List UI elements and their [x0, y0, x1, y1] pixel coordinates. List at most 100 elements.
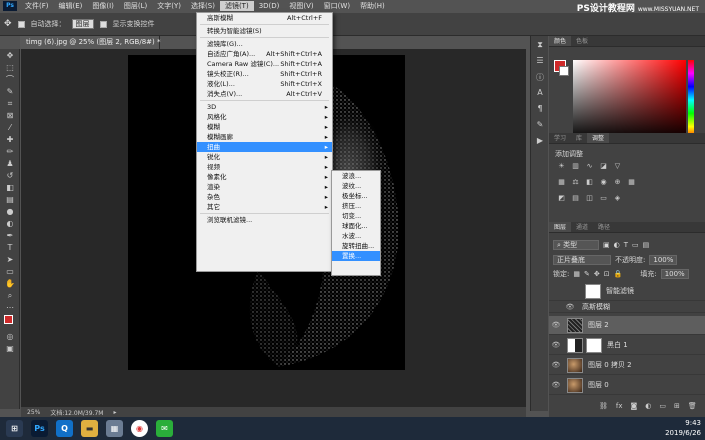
hue-saturation-icon[interactable]: ▦ [557, 178, 566, 186]
eraser-tool-icon[interactable]: ◧ [3, 182, 17, 193]
channel-mixer-icon[interactable]: ⊕ [613, 178, 622, 186]
brush-panel-icon[interactable]: ✎ [534, 120, 546, 132]
menu-view[interactable]: 视图(V) [284, 1, 318, 11]
tab-swatches[interactable]: 色板 [571, 36, 593, 46]
menu-item-video[interactable]: 视频 ▸ [197, 162, 332, 172]
submenu-item-zigzag[interactable]: 水波... [332, 231, 380, 241]
new-group-icon[interactable]: ▭ [659, 402, 666, 410]
lock-all-icon[interactable]: 🔒 [614, 270, 623, 278]
tab-adjustments[interactable]: 调整 [587, 133, 610, 143]
filter-adjust-icon[interactable]: ◐ [614, 241, 620, 249]
layer-style-icon[interactable]: fx [616, 402, 623, 410]
tab-learn[interactable]: 学习 [549, 133, 571, 143]
selective-color-icon[interactable]: ◈ [613, 194, 622, 202]
shape-tool-icon[interactable]: ▭ [3, 266, 17, 277]
menu-item-filter-gallery[interactable]: 滤镜库(G)... [197, 39, 332, 49]
menu-item-vanishing-point[interactable]: 消失点(V)... Alt+Ctrl+V [197, 89, 332, 99]
tab-libraries[interactable]: 库 [571, 133, 587, 143]
layer-row-black-white[interactable]: 👁 黑白 1 [549, 336, 705, 355]
menu-item-3d[interactable]: 3D ▸ [197, 102, 332, 112]
info-panel-icon[interactable]: ⓘ [534, 72, 546, 84]
screen-mode-icon[interactable]: ▣ [3, 343, 17, 354]
tab-color[interactable]: 颜色 [549, 36, 572, 46]
menu-item-stylize[interactable]: 风格化 ▸ [197, 112, 332, 122]
menu-item-convert-smart-filter[interactable]: 转换为智能滤镜(S) [197, 26, 332, 36]
background-color-swatch[interactable] [559, 66, 569, 76]
menu-image[interactable]: 图像(I) [87, 1, 119, 11]
start-icon[interactable]: ⊞ [6, 420, 23, 437]
lock-move-icon[interactable]: ✥ [594, 270, 600, 278]
menu-item-other[interactable]: 其它 ▸ [197, 202, 332, 212]
file-explorer-icon[interactable]: ▬ [81, 420, 98, 437]
menu-item-pixelate[interactable]: 像素化 ▸ [197, 172, 332, 182]
new-layer-icon[interactable]: ⊞ [674, 402, 680, 410]
clock-time[interactable]: 9:43 [665, 418, 701, 428]
lock-pixels-icon[interactable]: ▦ [573, 270, 580, 278]
healing-brush-tool-icon[interactable]: ✚ [3, 134, 17, 145]
quick-select-tool-icon[interactable]: ✎ [3, 86, 17, 97]
menu-item-camera-raw[interactable]: Camera Raw 滤镜(C)... Shift+Ctrl+A [197, 59, 332, 69]
filter-smart-icon[interactable]: ▤ [643, 241, 650, 249]
exposure-icon[interactable]: ◪ [599, 162, 608, 170]
curves-icon[interactable]: ∿ [585, 162, 594, 170]
menu-item-noise[interactable]: 杂色 ▸ [197, 192, 332, 202]
crop-tool-icon[interactable]: ⌗ [3, 98, 17, 109]
menu-type[interactable]: 文字(Y) [152, 1, 186, 11]
menu-select[interactable]: 选择(S) [186, 1, 220, 11]
menu-item-sharpen[interactable]: 锐化 ▸ [197, 152, 332, 162]
blur-tool-icon[interactable]: ● [3, 206, 17, 217]
menu-item-browse-online[interactable]: 浏览联机滤镜... [197, 215, 332, 225]
properties-panel-icon[interactable]: ☰ [534, 56, 546, 68]
character-panel-icon[interactable]: A [534, 88, 546, 100]
vibrance-icon[interactable]: ▽ [613, 162, 622, 170]
delete-layer-icon[interactable]: 🗑 [688, 402, 697, 410]
menu-item-liquify[interactable]: 液化(L)... Shift+Ctrl+X [197, 79, 332, 89]
layer-row-layer-2[interactable]: 👁 图层 2 [549, 316, 705, 335]
type-tool-icon[interactable]: T [3, 242, 17, 253]
submenu-item-wave[interactable]: 波浪... [332, 171, 380, 181]
clock-date[interactable]: 2019/6/26 [665, 428, 701, 438]
clone-stamp-tool-icon[interactable]: ♟ [3, 158, 17, 169]
marquee-tool-icon[interactable]: ⬚ [3, 62, 17, 73]
tab-channels[interactable]: 通道 [571, 222, 593, 232]
submenu-item-polar-coordinates[interactable]: 极坐标... [332, 191, 380, 201]
brush-tool-icon[interactable]: ✏ [3, 146, 17, 157]
layer-row-layer-0-copy-2[interactable]: 👁 图层 0 拷贝 2 [549, 356, 705, 375]
show-transform-checkbox[interactable] [99, 20, 107, 28]
frame-tool-icon[interactable]: ⊠ [3, 110, 17, 121]
pen-tool-icon[interactable]: ✒ [3, 230, 17, 241]
fill-input[interactable]: 100% [660, 269, 689, 279]
new-adjustment-icon[interactable]: ◐ [645, 402, 651, 410]
lock-paint-icon[interactable]: ✎ [584, 270, 590, 278]
menu-window[interactable]: 窗口(W) [319, 1, 355, 11]
document-tab[interactable]: timg (6).jpg @ 25% (图层 2, RGB/8#) * [20, 36, 160, 49]
more-tools-icon[interactable]: ⋯ [3, 302, 17, 313]
zoom-tool-icon[interactable]: ⌕ [3, 290, 17, 301]
levels-icon[interactable]: ▥ [571, 162, 580, 170]
filter-shape-icon[interactable]: ▭ [632, 241, 639, 249]
opacity-input[interactable]: 100% [649, 255, 678, 265]
submenu-item-spherize[interactable]: 球面化... [332, 221, 380, 231]
tab-paths[interactable]: 路径 [593, 222, 615, 232]
status-arrow-icon[interactable]: ▸ [113, 409, 116, 416]
menu-edit[interactable]: 编辑(E) [54, 1, 88, 11]
hand-tool-icon[interactable]: ✋ [3, 278, 17, 289]
menu-item-lens-correction[interactable]: 镜头校正(R)... Shift+Ctrl+R [197, 69, 332, 79]
menu-item-distort[interactable]: 扭曲 ▸ [197, 142, 332, 152]
invert-icon[interactable]: ◩ [557, 194, 566, 202]
menu-3d[interactable]: 3D(D) [254, 2, 285, 10]
zoom-level[interactable]: 25% [27, 409, 40, 416]
submenu-item-pinch[interactable]: 挤压... [332, 201, 380, 211]
submenu-item-ripple[interactable]: 波纹... [332, 181, 380, 191]
quick-mask-icon[interactable]: ◎ [3, 331, 17, 342]
photo-filter-icon[interactable]: ◉ [599, 178, 608, 186]
gradient-map-icon[interactable]: ▭ [599, 194, 608, 202]
menu-item-gaussian-blur[interactable]: 高斯模糊 Alt+Ctrl+F [197, 13, 332, 23]
move-tool-icon[interactable]: ✥ [3, 50, 17, 61]
submenu-item-twirl[interactable]: 旋转扭曲... [332, 241, 380, 251]
menu-item-blur[interactable]: 模糊 ▸ [197, 122, 332, 132]
move-tool-icon[interactable]: ✥ [4, 19, 12, 29]
threshold-icon[interactable]: ◫ [585, 194, 594, 202]
submenu-item-shear[interactable]: 切变... [332, 211, 380, 221]
hue-slider[interactable] [688, 60, 694, 140]
